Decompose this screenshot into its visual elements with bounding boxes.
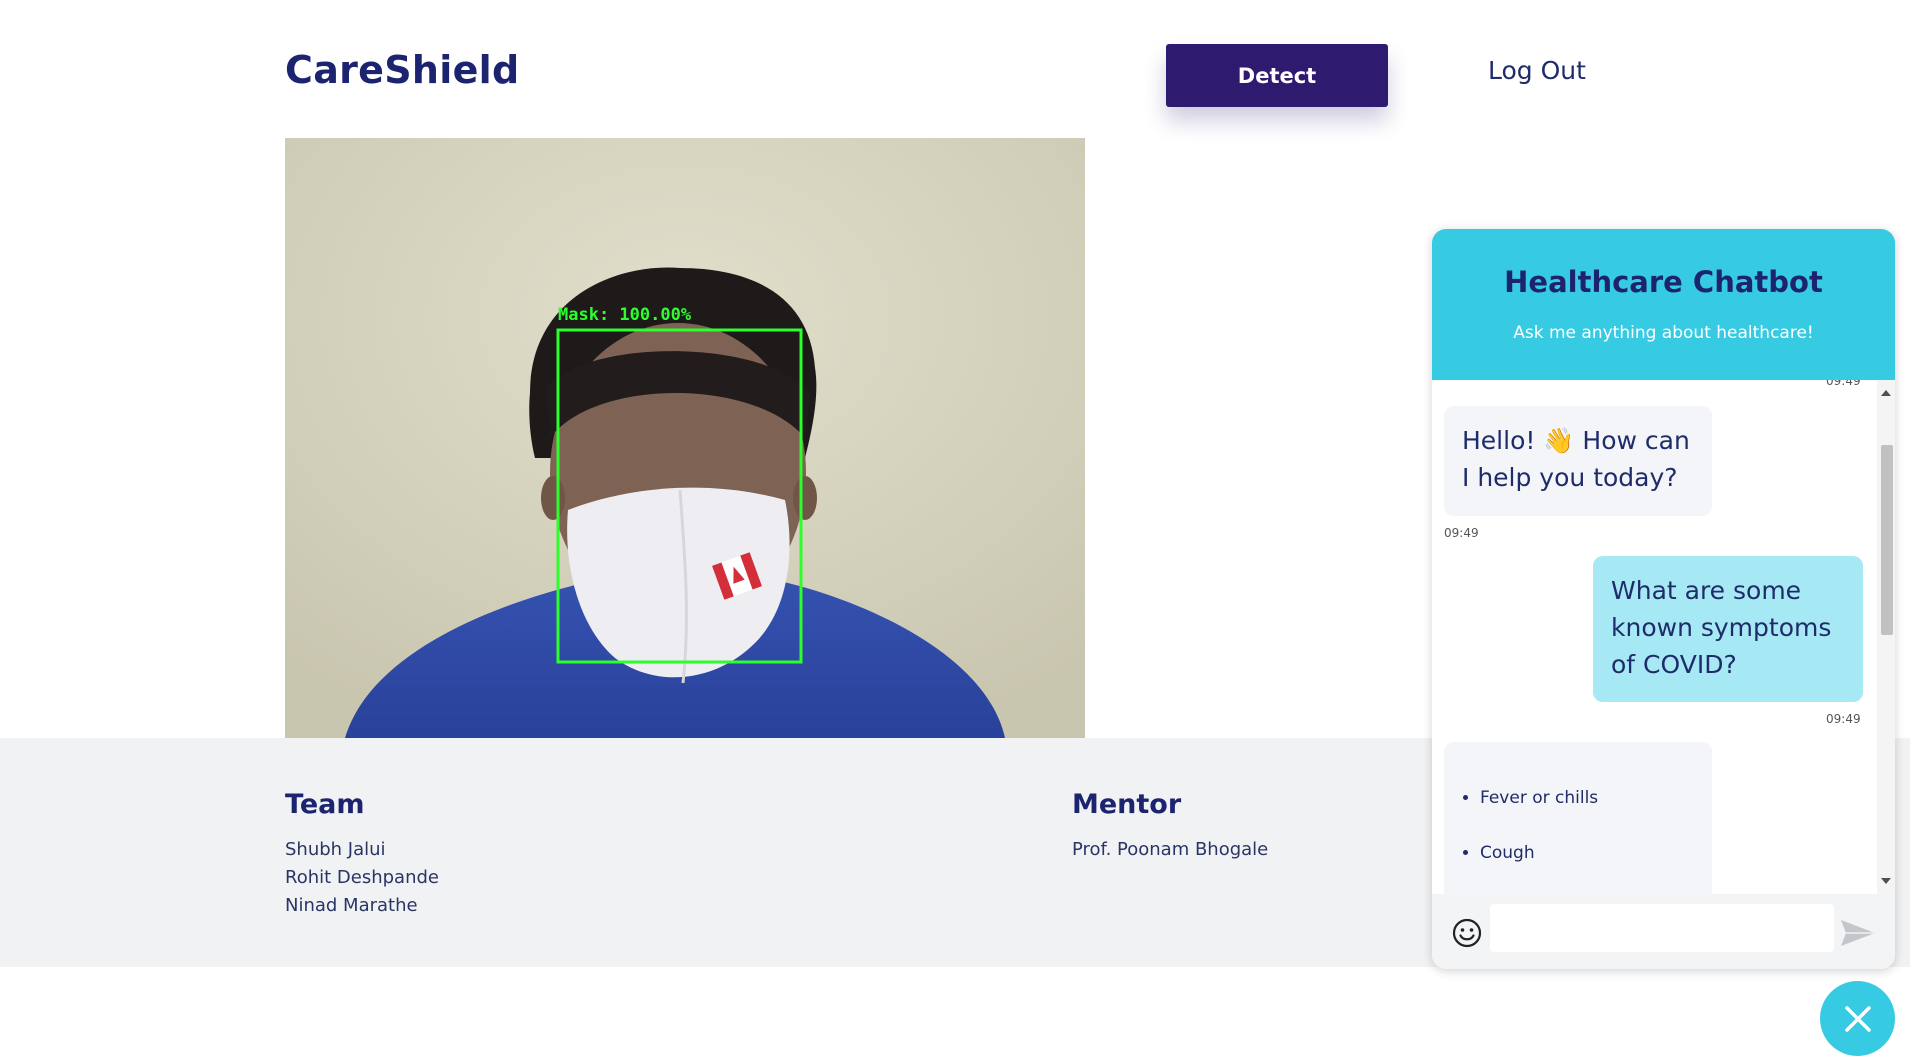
chatbot-header: Healthcare Chatbot Ask me anything about… [1432, 229, 1895, 380]
chat-message-input[interactable] [1490, 904, 1834, 952]
mentor-name: Prof. Poonam Bhogale [1072, 839, 1269, 860]
chatbot-title: Healthcare Chatbot [1504, 265, 1823, 299]
chatbot-widget: Healthcare Chatbot Ask me anything about… [1432, 229, 1895, 969]
mentor-heading: Mentor [1072, 789, 1182, 820]
team-list: Shubh Jalui Rohit Deshpande Ninad Marath… [285, 836, 439, 920]
message-line: What are some [1611, 576, 1802, 605]
smiley-icon[interactable] [1452, 918, 1482, 948]
message-line: known symptoms [1611, 613, 1832, 642]
camera-feed: Mask: 100.00% [285, 138, 1085, 738]
close-icon [1844, 1005, 1871, 1032]
list-item: Cough [1480, 843, 1712, 863]
chat-messages[interactable]: 09:49 Hello! 👋 How can I help you today?… [1432, 380, 1895, 894]
list-item: Fever or chills [1480, 788, 1712, 808]
message-timestamp: 09:49 [1826, 380, 1861, 388]
team-heading: Team [285, 789, 365, 820]
brand-logo[interactable]: CareShield [285, 48, 520, 92]
bot-message-list: Fever or chills Cough [1444, 742, 1712, 894]
user-message: What are some known symptoms of COVID? [1593, 556, 1863, 702]
camera-frame-image: Mask: 100.00% [285, 138, 1085, 738]
bot-message: Hello! 👋 How can I help you today? [1444, 406, 1712, 516]
message-timestamp: 09:49 [1826, 712, 1861, 726]
logout-link[interactable]: Log Out [1488, 56, 1586, 85]
detect-button[interactable]: Detect [1166, 44, 1388, 107]
detection-label: Mask: 100.00% [558, 305, 692, 325]
chat-input-row [1432, 894, 1895, 969]
message-line: of COVID? [1611, 650, 1737, 679]
chatbot-subtitle: Ask me anything about healthcare! [1513, 323, 1814, 343]
message-line: I help you today? [1462, 463, 1678, 492]
team-member: Rohit Deshpande [285, 867, 439, 888]
message-line: Hello! 👋 How can [1462, 426, 1690, 455]
message-timestamp: 09:49 [1444, 526, 1479, 540]
scroll-down-arrow-icon[interactable] [1881, 878, 1891, 884]
mentor-list: Prof. Poonam Bhogale [1072, 836, 1268, 864]
chat-scrollbar[interactable] [1877, 380, 1895, 894]
close-chat-button[interactable] [1820, 981, 1895, 1056]
send-icon[interactable] [1838, 916, 1878, 950]
symptom-list: Fever or chills Cough [1444, 788, 1712, 863]
team-member: Ninad Marathe [285, 895, 418, 916]
scroll-thumb[interactable] [1881, 445, 1893, 635]
team-member: Shubh Jalui [285, 839, 386, 860]
scroll-up-arrow-icon[interactable] [1881, 390, 1891, 396]
